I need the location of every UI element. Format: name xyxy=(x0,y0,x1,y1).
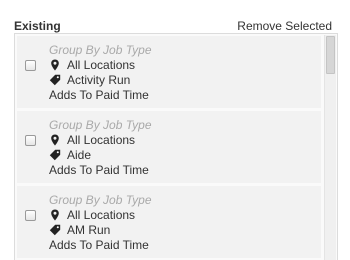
tag-icon xyxy=(49,149,61,161)
job-type-label: Activity Run xyxy=(67,73,131,87)
paid-time-label: Adds To Paid Time xyxy=(49,88,149,102)
list-item: Group By Job Type All Locations AM Run A… xyxy=(17,186,321,258)
list-item: Group By Job Type All Locations Activity… xyxy=(17,36,321,108)
item-checkbox[interactable] xyxy=(25,135,36,146)
location-label: All Locations xyxy=(67,208,136,222)
item-checkbox[interactable] xyxy=(25,210,36,221)
paid-time-label: Adds To Paid Time xyxy=(49,163,149,177)
scrollbar-thumb[interactable] xyxy=(326,36,335,74)
paid-time-label: Adds To Paid Time xyxy=(49,238,149,252)
job-type-label: AM Run xyxy=(67,223,111,237)
panel-title: Existing xyxy=(14,19,61,33)
list-item: Group By Job Type All Locations Aide Add… xyxy=(17,111,321,183)
location-row: All Locations xyxy=(49,58,135,72)
location-label: All Locations xyxy=(67,133,136,147)
job-type-label: Aide xyxy=(67,148,92,162)
map-marker-icon xyxy=(49,134,61,146)
job-type-row: Aide xyxy=(49,148,91,162)
existing-items-list[interactable]: Group By Job Type All Locations Activity… xyxy=(14,33,338,260)
map-marker-icon xyxy=(49,209,61,221)
group-label: Group By Job Type xyxy=(49,118,152,132)
location-row: All Locations xyxy=(49,133,135,147)
vertical-scrollbar[interactable] xyxy=(324,35,336,260)
items-container: Group By Job Type All Locations Activity… xyxy=(17,36,321,260)
job-type-row: Activity Run xyxy=(49,73,130,87)
item-checkbox[interactable] xyxy=(25,60,36,71)
existing-panel: Existing Remove Selected Group By Job Ty… xyxy=(0,0,350,260)
tag-icon xyxy=(49,224,61,236)
group-label: Group By Job Type xyxy=(49,193,152,207)
tag-icon xyxy=(49,74,61,86)
location-row: All Locations xyxy=(49,208,135,222)
job-type-row: AM Run xyxy=(49,223,110,237)
group-label: Group By Job Type xyxy=(49,43,152,57)
remove-selected-link[interactable]: Remove Selected xyxy=(237,19,332,33)
location-label: All Locations xyxy=(67,58,136,72)
map-marker-icon xyxy=(49,59,61,71)
